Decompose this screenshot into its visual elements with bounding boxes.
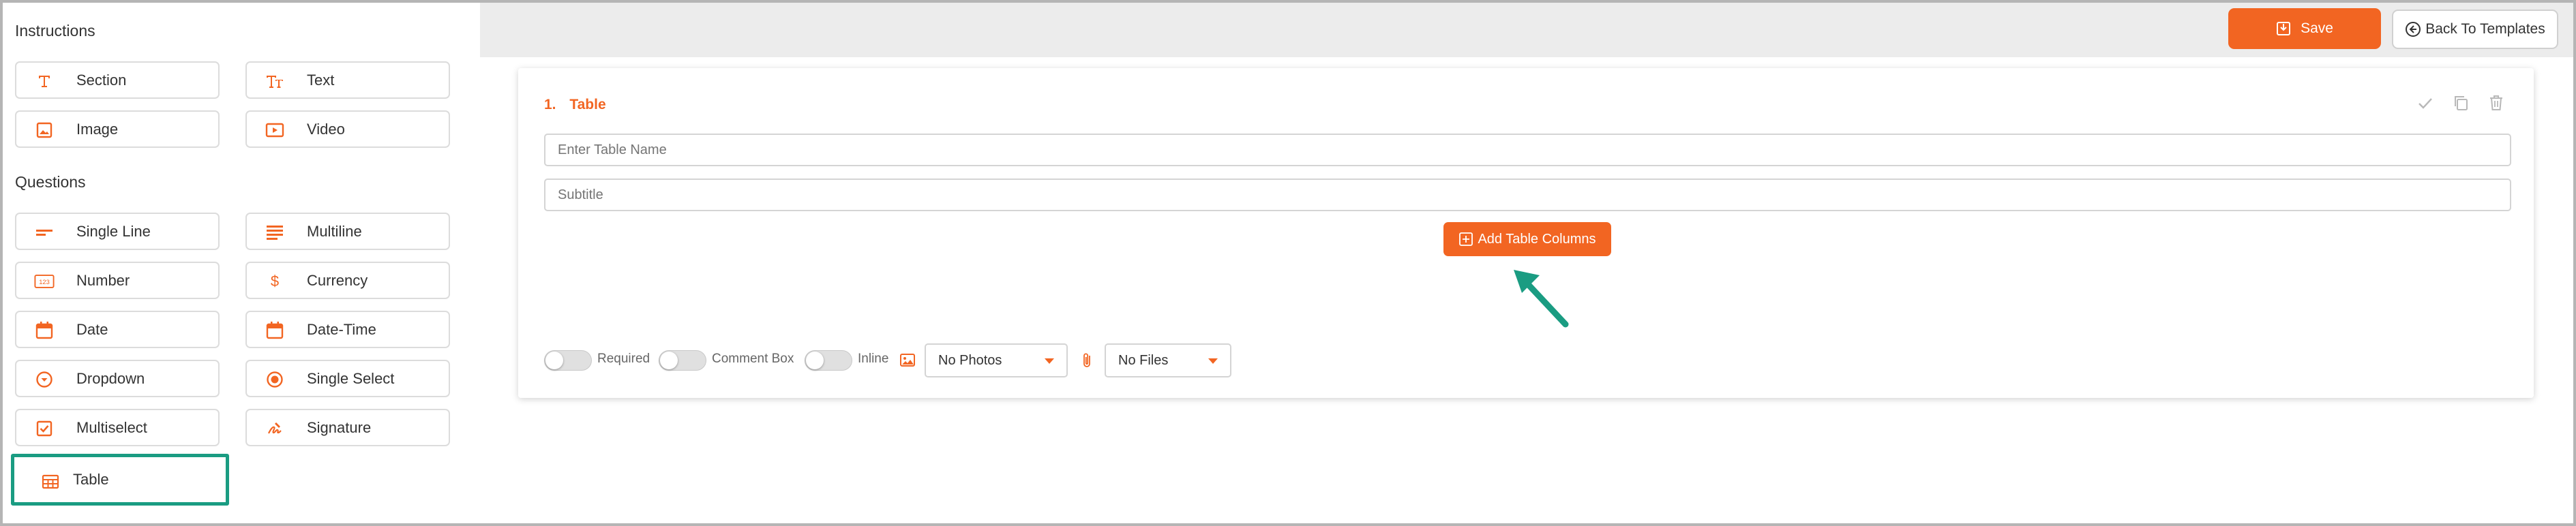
question-options: Required Comment Box Inline No Photos No…	[544, 341, 1294, 379]
save-icon	[2276, 21, 2291, 36]
chevron-down-icon	[1045, 358, 1054, 364]
question-number: 1.	[544, 97, 556, 112]
multiselect-label: Multiselect	[76, 418, 147, 436]
question-title: 1. Table	[544, 97, 606, 113]
currency-icon: $	[265, 271, 285, 292]
svg-text:$: $	[271, 273, 279, 290]
date-label: Date	[76, 320, 108, 338]
video-button[interactable]: Video	[245, 110, 450, 148]
sidebar: Instructions Section Text Image Video Qu…	[3, 3, 480, 523]
multiline-label: Multiline	[307, 222, 362, 240]
photos-select-value: No Photos	[938, 352, 1002, 368]
table-label: Table	[73, 471, 109, 488]
image-label: Image	[76, 120, 119, 138]
save-button[interactable]: Save	[2228, 8, 2381, 49]
date-button[interactable]: Date	[15, 311, 220, 348]
question-type: Table	[569, 97, 606, 112]
table-icon	[40, 471, 61, 492]
back-arrow-icon	[2405, 21, 2421, 37]
add-table-columns-button[interactable]: Add Table Columns	[1443, 222, 1611, 256]
signature-icon	[265, 418, 285, 439]
add-table-columns-label: Add Table Columns	[1478, 231, 1596, 247]
photos-select[interactable]: No Photos	[925, 343, 1068, 377]
calendar-icon	[34, 320, 55, 341]
back-label: Back To Templates	[2425, 21, 2545, 37]
single-line-button[interactable]: Single Line	[15, 213, 220, 250]
date-time-label: Date-Time	[307, 320, 376, 338]
video-label: Video	[307, 120, 345, 138]
files-select[interactable]: No Files	[1105, 343, 1231, 377]
required-label: Required	[597, 352, 650, 366]
text-button[interactable]: Text	[245, 61, 450, 99]
signature-button[interactable]: Signature	[245, 409, 450, 446]
date-time-button[interactable]: Date-Time	[245, 311, 450, 348]
multiline-button[interactable]: Multiline	[245, 213, 450, 250]
comment-box-label: Comment Box	[712, 352, 794, 366]
inline-toggle[interactable]	[805, 350, 852, 371]
number-label: Number	[76, 271, 130, 289]
annotation-arrow-icon	[1514, 270, 1569, 328]
image-button[interactable]: Image	[15, 110, 220, 148]
subtitle-input[interactable]	[544, 179, 2511, 211]
photo-icon	[899, 352, 916, 369]
required-toggle[interactable]	[544, 350, 592, 371]
multiselect-button[interactable]: Multiselect	[15, 409, 220, 446]
trash-icon[interactable]	[2486, 93, 2506, 113]
plus-box-icon	[1458, 232, 1473, 247]
dropdown-label: Dropdown	[76, 369, 145, 387]
section-icon	[34, 71, 55, 91]
currency-button[interactable]: $ Currency	[245, 262, 450, 299]
single-select-button[interactable]: Single Select	[245, 360, 450, 397]
currency-label: Currency	[307, 271, 368, 289]
table-name-input[interactable]	[544, 134, 2511, 166]
card-actions	[2415, 93, 2506, 113]
comment-box-toggle[interactable]	[659, 350, 706, 371]
copy-icon[interactable]	[2451, 93, 2471, 113]
back-to-templates-button[interactable]: Back To Templates	[2392, 10, 2558, 49]
single-line-icon	[34, 222, 55, 243]
dropdown-button[interactable]: Dropdown	[15, 360, 220, 397]
text-label: Text	[307, 71, 335, 89]
question-card: 1. Table Add Table Columns Required Comm…	[518, 68, 2534, 398]
chevron-down-icon	[1208, 358, 1218, 364]
single-select-label: Single Select	[307, 369, 395, 387]
section-button[interactable]: Section	[15, 61, 220, 99]
checkbox-icon	[34, 418, 55, 439]
multiline-icon	[265, 222, 285, 243]
number-button[interactable]: 123 Number	[15, 262, 220, 299]
instructions-heading: Instructions	[15, 22, 95, 40]
svg-text:123: 123	[39, 279, 50, 285]
dropdown-icon	[34, 369, 55, 390]
number-icon: 123	[34, 271, 55, 292]
check-icon[interactable]	[2415, 93, 2436, 113]
paperclip-icon	[1080, 352, 1098, 369]
save-label: Save	[2301, 20, 2333, 36]
questions-heading: Questions	[15, 173, 86, 191]
single-line-label: Single Line	[76, 222, 151, 240]
calendar-icon	[265, 320, 285, 341]
files-select-value: No Files	[1118, 352, 1169, 368]
section-label: Section	[76, 71, 127, 89]
text-icon	[265, 71, 285, 91]
image-icon	[34, 120, 55, 140]
radio-icon	[265, 369, 285, 390]
inline-label: Inline	[858, 352, 889, 366]
table-button[interactable]: Table	[11, 454, 229, 506]
signature-label: Signature	[307, 418, 372, 436]
video-icon	[265, 120, 285, 140]
